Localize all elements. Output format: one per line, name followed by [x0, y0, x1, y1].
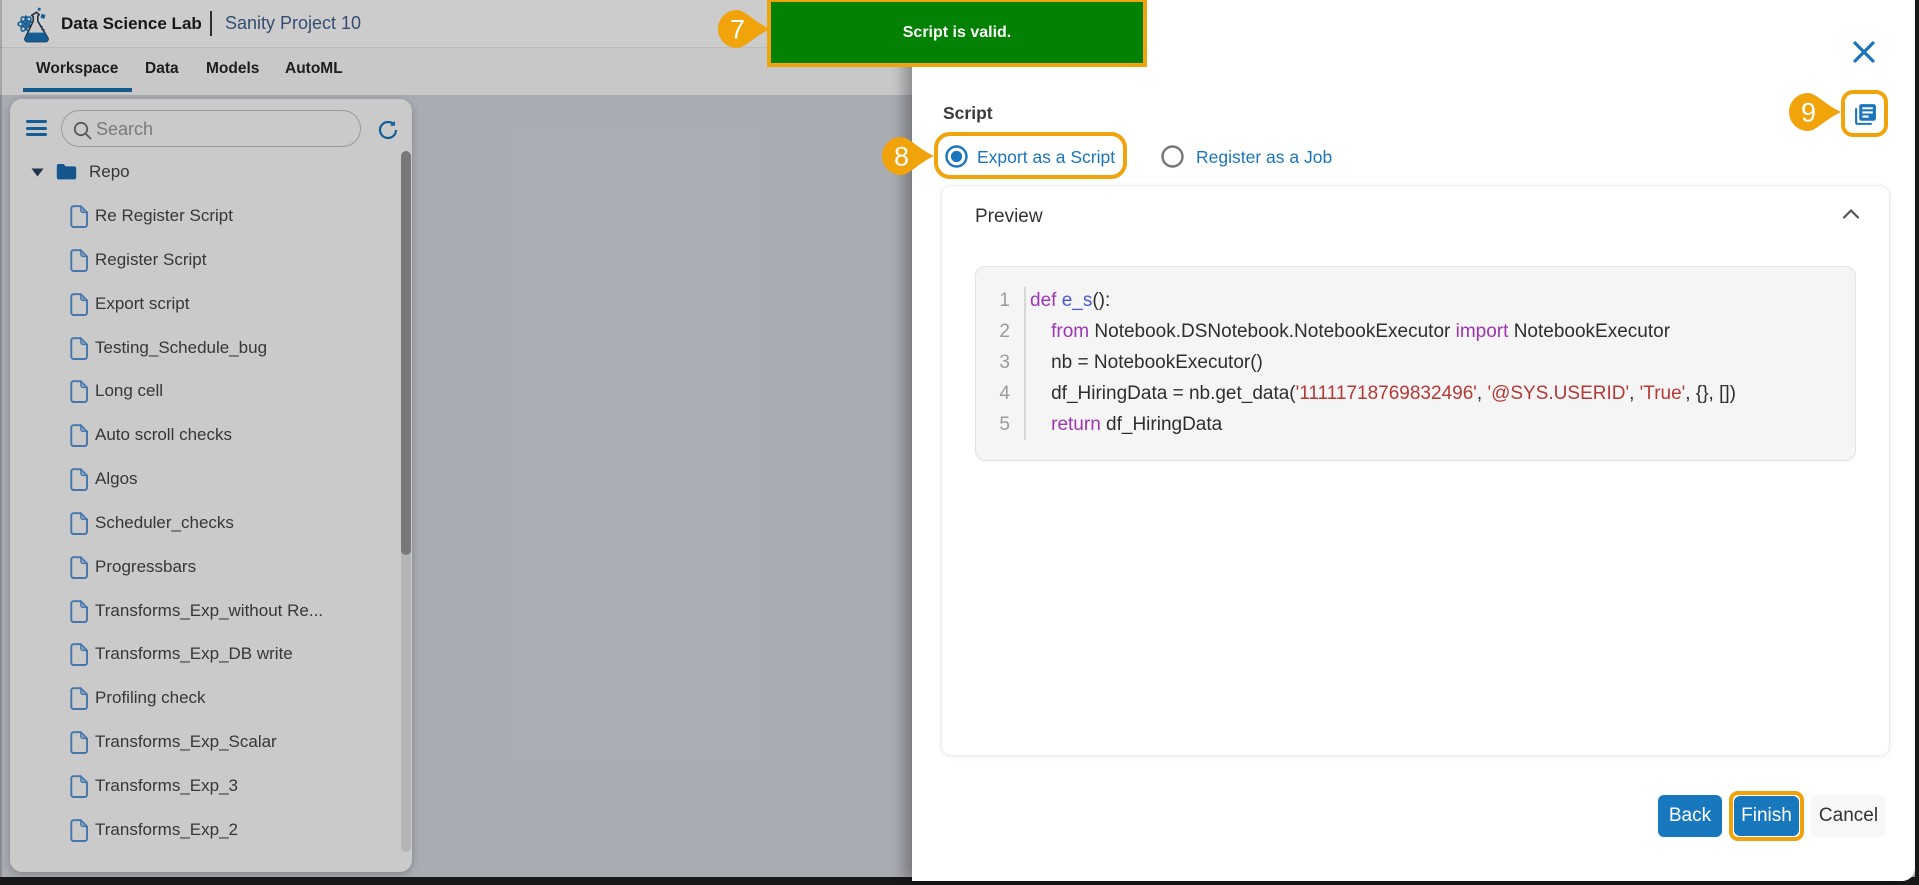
- svg-text:8: 8: [894, 142, 909, 172]
- svg-text:7: 7: [730, 15, 745, 45]
- svg-text:9: 9: [1801, 98, 1816, 128]
